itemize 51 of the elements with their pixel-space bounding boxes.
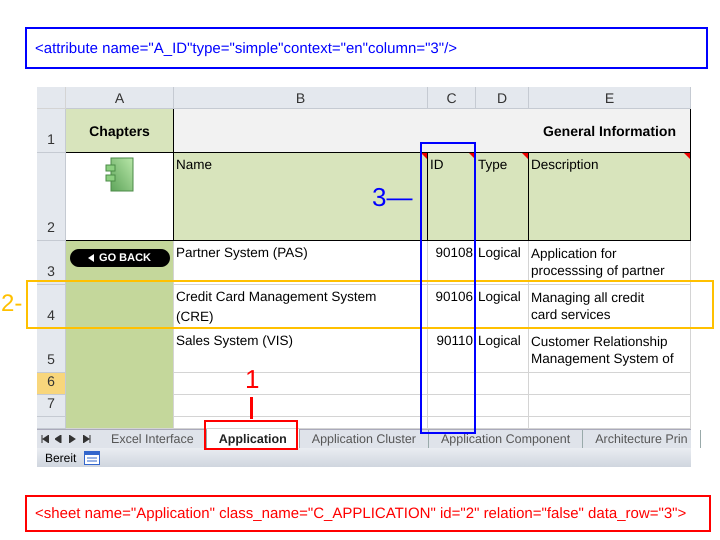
column-header: B [174,87,428,109]
description-text: processsing of partner [531,262,666,279]
id-cell-text: 90106 [435,288,473,306]
sheet-annotation: <sheet name="Application" class_name="C_APPLICATION" id="2" relation="false" data_row="3"> [25,495,711,532]
grid-cell [476,417,529,429]
select-all-corner [37,87,66,109]
name-text: Partner System (PAS) [176,244,309,262]
name-text: (CRE) [176,308,214,326]
name-text: Credit Card Management System [176,288,378,306]
description-text: Customer Relationship [531,333,669,350]
callout-label: 1 [245,366,260,392]
sheet-tab[interactable]: Application [206,429,300,448]
section-title: General Information [542,122,676,138]
sheet-nav-icon[interactable] [41,435,49,443]
component-icon [104,157,134,193]
description-text: Application for [531,245,618,262]
column-heading: Name [176,156,214,174]
row-header: 6 [37,373,66,395]
row-header: 7 [37,395,66,417]
row-header: 1 [37,109,66,153]
column-header: A [66,87,174,109]
column-header: D [476,87,529,109]
grid-cell [476,395,529,417]
column-header: C [428,87,476,109]
id-cell-text: 90110 [436,332,473,350]
column-header: E [529,87,691,109]
chapters-heading: Chapters [89,122,150,138]
column-heading: Description [531,156,600,174]
id-cell-text: 90108 [435,244,473,262]
column-heading: Type [478,156,508,174]
name-text: Sales System (VIS) [176,332,294,350]
description-text: card services [531,306,612,323]
type-cell-text: Logical [478,288,522,306]
description-text: Management System of [531,350,675,367]
status-text: Bereit [45,450,76,464]
page-layout-icon[interactable] [84,450,100,464]
callout-label: 3— [372,184,412,210]
sheet-nav-icon[interactable] [83,435,91,443]
callout-label: 2- [1,292,22,316]
triangle-left-icon [88,254,94,262]
description-text: Managing all credit [531,289,646,306]
row-header: 2 [37,153,66,241]
column-heading: ID [430,156,444,174]
attribute-annotation: <attribute name="A_ID"type="simple"context="en"column="3"/> [25,27,708,69]
row-header: 4 [37,285,66,329]
callout-line [250,397,254,419]
type-cell-text: Logical [478,332,522,350]
row-header: 5 [37,329,66,373]
go-back-button[interactable]: GO BACK [70,249,170,267]
type-cell-text: Logical [478,244,522,262]
row-header: 3 [37,241,66,285]
